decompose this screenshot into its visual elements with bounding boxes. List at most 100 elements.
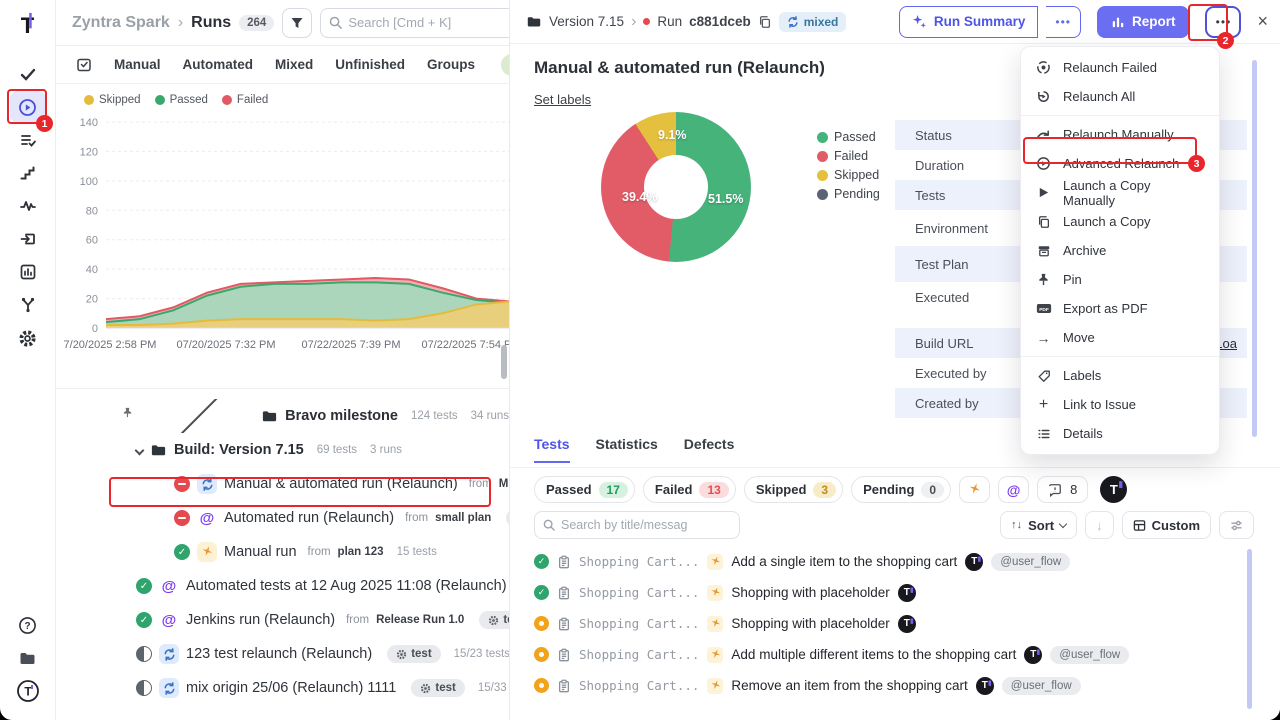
test-title[interactable]: Shopping with placeholder	[731, 585, 889, 600]
runs-search-input[interactable]	[348, 15, 510, 30]
test-row[interactable]: Shopping Cart... Add multiple different …	[510, 639, 1266, 670]
settings-gear-icon[interactable]	[10, 322, 46, 354]
runs-search[interactable]	[320, 8, 510, 38]
tab-unfinished[interactable]: Unfinished	[335, 57, 405, 72]
run-summary-button[interactable]: Run Summary	[899, 6, 1039, 38]
tab-automated[interactable]: Automated	[183, 57, 254, 72]
menu-relaunch-all[interactable]: Relaunch All	[1021, 82, 1219, 111]
sidebar-item-runs[interactable]	[10, 91, 46, 123]
tree-run-automated-aug[interactable]: ✓ @ Automated tests at 12 Aug 2025 11:08…	[56, 569, 509, 603]
test-row[interactable]: ✓ Shopping Cart... Add a single item to …	[510, 546, 1266, 577]
tasks-icon[interactable]	[10, 58, 46, 90]
plan-name[interactable]: Mixed plan	[499, 478, 509, 490]
run-title[interactable]: 123 test relaunch (Relaunch)	[186, 646, 372, 662]
breadcrumb-version[interactable]: Version 7.15	[549, 14, 624, 29]
board-icon[interactable]	[76, 57, 92, 73]
tab-statistics[interactable]: Statistics	[596, 436, 658, 461]
run-summary-more-button[interactable]: •••	[1046, 6, 1081, 38]
sort-button[interactable]: ↑↓Sort	[1000, 511, 1077, 539]
checklist-icon[interactable]	[10, 124, 46, 156]
tab-tests[interactable]: Tests	[534, 436, 570, 463]
menu-export-pdf[interactable]: PDFExport as PDF	[1021, 294, 1219, 323]
test-title[interactable]: Remove an item from the shopping cart	[731, 678, 967, 693]
custom-view-button[interactable]: Custom	[1122, 511, 1211, 539]
test-row[interactable]: Shopping Cart... Shopping with placehold…	[510, 608, 1266, 639]
set-labels-link[interactable]: Set labels	[534, 92, 591, 107]
tree-run-123-relaunch[interactable]: 123 test relaunch (Relaunch) test 15/23 …	[56, 637, 509, 671]
comments-chip[interactable]: 8	[1037, 476, 1088, 503]
tab-mixed[interactable]: Mixed	[275, 57, 313, 72]
tree-run-mix-origin[interactable]: mix origin 25/06 (Relaunch) 1111 test 15…	[56, 671, 509, 705]
menu-move[interactable]: →Move	[1021, 323, 1219, 352]
analytics-icon[interactable]	[10, 256, 46, 288]
steps-icon[interactable]	[10, 157, 46, 189]
chevron-down-icon[interactable]	[135, 445, 145, 455]
docs-folder-icon[interactable]	[10, 642, 46, 674]
run-title[interactable]: Manual run	[224, 544, 297, 560]
run-title[interactable]: Automated tests at 12 Aug 2025 11:08 (Re…	[186, 578, 507, 594]
test-tag-chip[interactable]: test	[411, 679, 464, 697]
menu-archive[interactable]: Archive	[1021, 236, 1219, 265]
plan-name[interactable]: plan 123	[338, 546, 384, 558]
suite-name[interactable]: Shopping Cart...	[579, 647, 699, 662]
menu-relaunch-failed[interactable]: Relaunch Failed	[1021, 53, 1219, 82]
suite-name[interactable]: Shopping Cart...	[579, 678, 699, 693]
plan-name[interactable]: small plan	[435, 512, 491, 524]
test-title[interactable]: Shopping with placeholder	[731, 616, 889, 631]
tree-run-manual-automated[interactable]: Manual & automated run (Relaunch) from M…	[56, 467, 509, 501]
filter-skipped-chip[interactable]: Skipped3	[744, 476, 843, 503]
filter-failed-chip[interactable]: Failed13	[643, 476, 736, 503]
test-row[interactable]: Shopping Cart... Remove an item from the…	[510, 670, 1266, 701]
tree-build-version[interactable]: Build: Version 7.15 69 tests 3 runs	[56, 433, 509, 467]
plan-name[interactable]: Release Run 1.0	[376, 614, 464, 626]
test-tag-chip[interactable]: test	[479, 611, 509, 629]
menu-pin[interactable]: Pin	[1021, 265, 1219, 294]
menu-labels[interactable]: Labels	[1021, 361, 1219, 390]
menu-launch-copy-manually[interactable]: Launch a Copy Manually	[1021, 178, 1219, 207]
tree-run-jenkins[interactable]: ✓ @ Jenkins run (Relaunch) from Release …	[56, 603, 509, 637]
vertical-scrollbar[interactable]	[1247, 549, 1252, 709]
test-tag[interactable]: @user_flow	[1050, 646, 1129, 664]
project-name[interactable]: Zyntra Spark	[72, 14, 170, 32]
menu-launch-copy[interactable]: Launch a Copy	[1021, 207, 1219, 236]
vertical-scrollbar[interactable]	[1252, 60, 1257, 437]
tests-search[interactable]	[534, 511, 740, 539]
columns-settings-button[interactable]	[1219, 511, 1254, 539]
tab-groups[interactable]: Groups	[427, 57, 475, 72]
tab-manual[interactable]: Manual	[114, 57, 161, 72]
user-avatar[interactable]: T▮	[1100, 476, 1127, 503]
vertical-scrollbar[interactable]	[501, 345, 507, 379]
suite-name[interactable]: Shopping Cart...	[579, 616, 699, 631]
tree-run-manual[interactable]: ✓ Manual run from plan 123 15 tests	[56, 535, 509, 569]
close-detail-button[interactable]: ×	[1257, 11, 1268, 32]
filter-passed-chip[interactable]: Passed17	[534, 476, 635, 503]
test-tag-chip[interactable]: test	[387, 645, 440, 663]
run-title[interactable]: mix origin 25/06 (Relaunch) 1111	[186, 680, 396, 696]
more-actions-button[interactable]: •••	[1205, 6, 1241, 38]
milestone-title[interactable]: Build: Version 7.15	[174, 442, 304, 458]
tree-run-automated[interactable]: @ Automated run (Relaunch) from small pl…	[56, 501, 509, 535]
copy-icon[interactable]	[758, 15, 772, 29]
run-title[interactable]: Manual & automated run (Relaunch)	[224, 476, 458, 492]
test-tag[interactable]: @user_flow	[1002, 677, 1081, 695]
menu-details[interactable]: Details	[1021, 419, 1219, 448]
suite-name[interactable]: Shopping Cart...	[579, 554, 699, 569]
menu-relaunch-manually[interactable]: Relaunch Manually	[1021, 120, 1219, 149]
run-title[interactable]: Automated run (Relaunch)	[224, 510, 394, 526]
chevron-right-icon[interactable]	[151, 399, 239, 433]
test-row[interactable]: ✓ Shopping Cart... Shopping with placeho…	[510, 577, 1266, 608]
milestone-title[interactable]: Bravo milestone	[285, 408, 398, 424]
filter-manual-chip[interactable]	[959, 476, 990, 503]
tab-defects[interactable]: Defects	[684, 436, 735, 461]
workspace-badge[interactable]: test work	[501, 54, 510, 76]
menu-link-to-issue[interactable]: +Link to Issue	[1021, 390, 1219, 419]
filter-button[interactable]	[282, 8, 312, 38]
test-tag[interactable]: @user_flow	[991, 553, 1070, 571]
report-button[interactable]: Report	[1097, 6, 1190, 38]
test-title[interactable]: Add a single item to the shopping cart	[731, 554, 957, 569]
menu-advanced-relaunch[interactable]: Advanced Relaunch	[1021, 149, 1219, 178]
test-tag-chip[interactable]: test	[506, 509, 509, 527]
pulse-icon[interactable]	[10, 190, 46, 222]
run-id[interactable]: c881dceb	[689, 14, 751, 29]
filter-automated-chip[interactable]: @	[998, 476, 1029, 503]
